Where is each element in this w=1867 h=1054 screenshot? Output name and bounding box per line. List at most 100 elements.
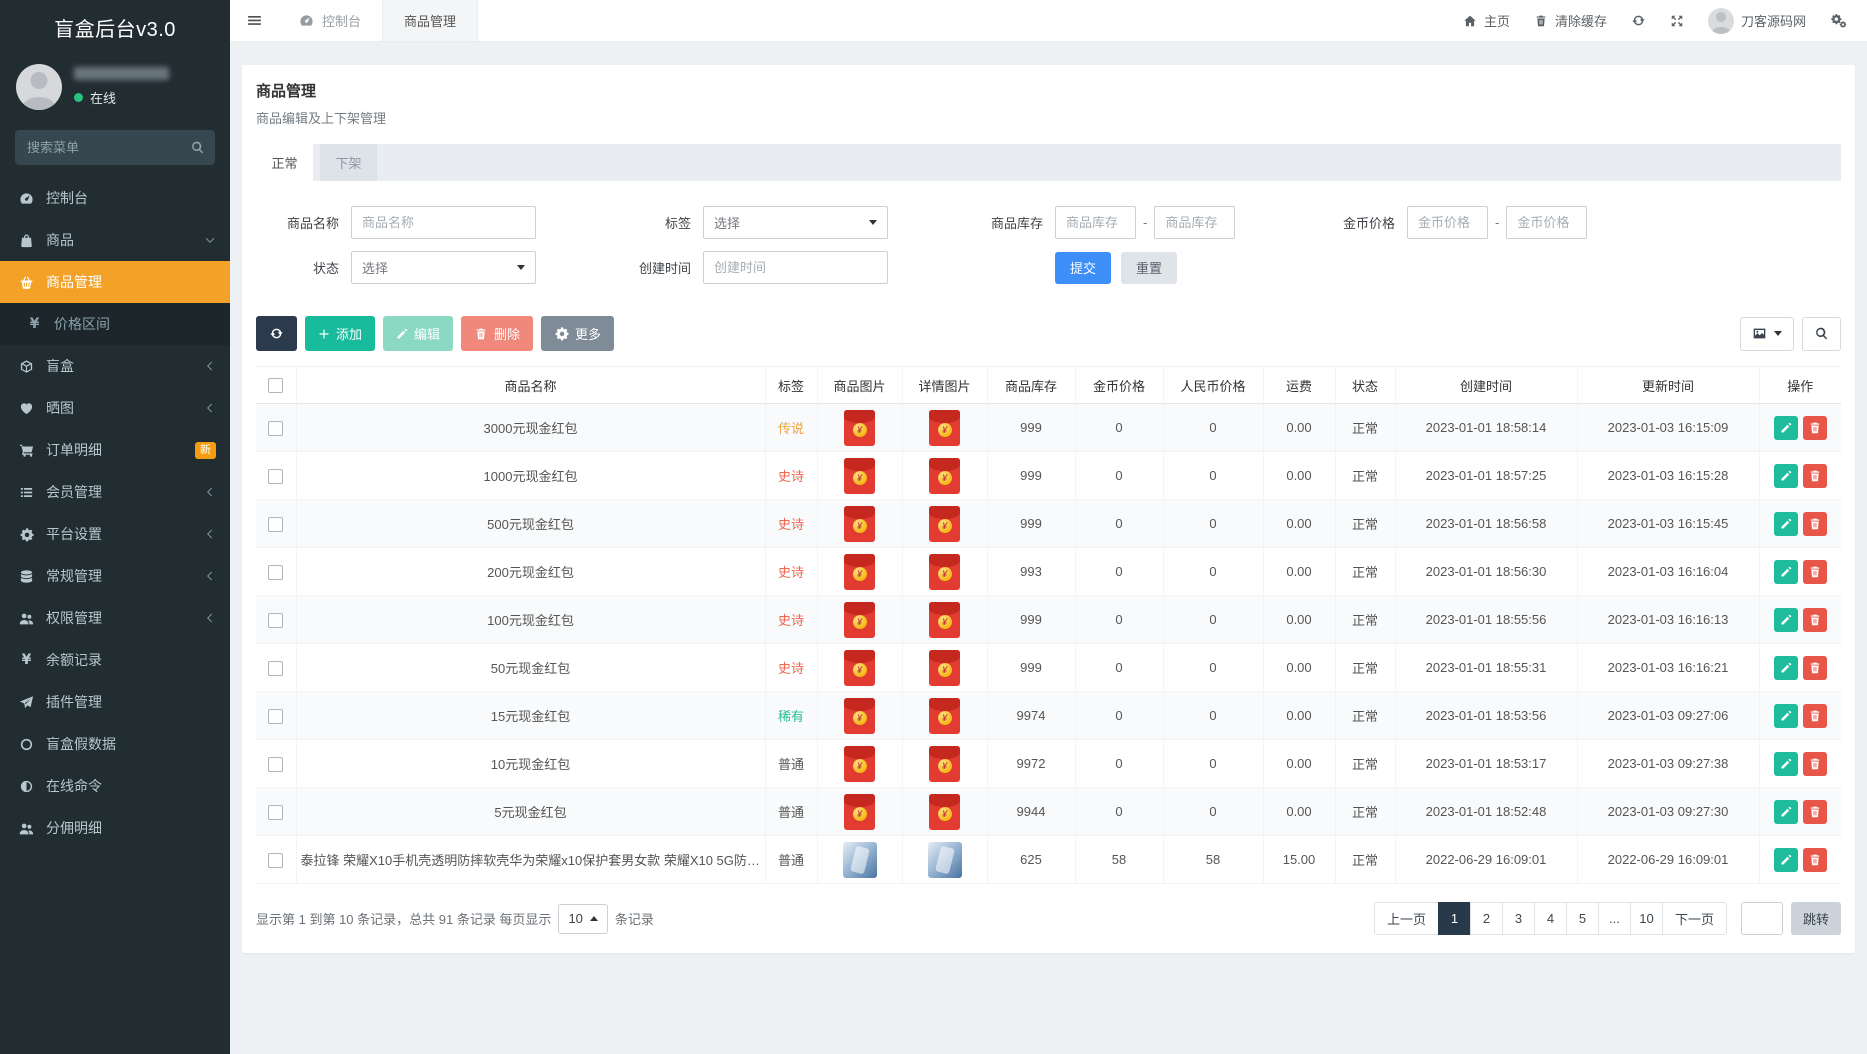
- prev-page-button[interactable]: 上一页: [1374, 902, 1439, 935]
- row-checkbox[interactable]: [268, 469, 283, 484]
- product-image-thumb[interactable]: ¥: [844, 602, 875, 638]
- fullscreen-icon[interactable]: [1670, 14, 1684, 28]
- stock-from-input[interactable]: [1055, 206, 1136, 239]
- row-edit-button[interactable]: [1774, 752, 1798, 776]
- row-edit-button[interactable]: [1774, 560, 1798, 584]
- row-delete-button[interactable]: [1803, 752, 1827, 776]
- sidebar-item-permissions[interactable]: 权限管理: [0, 597, 230, 639]
- sidebar-search-input[interactable]: [15, 130, 215, 165]
- product-image-thumb[interactable]: [843, 842, 877, 878]
- row-checkbox[interactable]: [268, 565, 283, 580]
- search-icon[interactable]: [190, 140, 205, 155]
- submit-button[interactable]: 提交: [1055, 252, 1111, 284]
- row-checkbox[interactable]: [268, 613, 283, 628]
- row-edit-button[interactable]: [1774, 608, 1798, 632]
- settings-gears-icon[interactable]: [1830, 13, 1847, 28]
- row-delete-button[interactable]: [1803, 656, 1827, 680]
- sidebar-item-goods[interactable]: 商品: [0, 219, 230, 261]
- detail-image-thumb[interactable]: ¥: [929, 698, 960, 734]
- row-edit-button[interactable]: [1774, 512, 1798, 536]
- product-image-thumb[interactable]: ¥: [844, 698, 875, 734]
- row-delete-button[interactable]: [1803, 512, 1827, 536]
- gold-from-input[interactable]: [1407, 206, 1488, 239]
- product-image-thumb[interactable]: ¥: [844, 506, 875, 542]
- sidebar-item-blindbox[interactable]: 盲盒: [0, 345, 230, 387]
- detail-image-thumb[interactable]: ¥: [929, 410, 960, 446]
- detail-image-thumb[interactable]: [928, 842, 962, 878]
- sidebar-item-orders[interactable]: 订单明细新: [0, 429, 230, 471]
- jump-button[interactable]: 跳转: [1791, 902, 1841, 935]
- sidebar-item-platform[interactable]: 平台设置: [0, 513, 230, 555]
- row-checkbox[interactable]: [268, 853, 283, 868]
- page-number-button[interactable]: 1: [1438, 902, 1471, 935]
- sidebar-item-fake-data[interactable]: 盲盒假数据: [0, 723, 230, 765]
- sidebar-item-online-cmd[interactable]: 在线命令: [0, 765, 230, 807]
- product-image-thumb[interactable]: ¥: [844, 410, 875, 446]
- page-number-button[interactable]: 2: [1470, 902, 1503, 935]
- export-button[interactable]: [1740, 317, 1794, 351]
- row-delete-button[interactable]: [1803, 464, 1827, 488]
- home-link[interactable]: 主页: [1463, 11, 1510, 30]
- row-edit-button[interactable]: [1774, 800, 1798, 824]
- refresh-icon[interactable]: [1631, 13, 1646, 28]
- detail-image-thumb[interactable]: ¥: [929, 650, 960, 686]
- sidebar-item-general[interactable]: 常规管理: [0, 555, 230, 597]
- detail-image-thumb[interactable]: ¥: [929, 746, 960, 782]
- select-all-checkbox[interactable]: [268, 378, 283, 393]
- row-checkbox[interactable]: [268, 661, 283, 676]
- page-number-button[interactable]: 5: [1566, 902, 1599, 935]
- detail-image-thumb[interactable]: ¥: [929, 554, 960, 590]
- product-name-input[interactable]: [351, 206, 536, 239]
- sidebar-item-photos[interactable]: 晒图: [0, 387, 230, 429]
- row-delete-button[interactable]: [1803, 800, 1827, 824]
- created-time-input[interactable]: [703, 251, 888, 284]
- detail-image-thumb[interactable]: ¥: [929, 458, 960, 494]
- row-delete-button[interactable]: [1803, 608, 1827, 632]
- page-ellipsis-button[interactable]: ...: [1598, 902, 1631, 935]
- detail-image-thumb[interactable]: ¥: [929, 506, 960, 542]
- page-number-button[interactable]: 3: [1502, 902, 1535, 935]
- row-delete-button[interactable]: [1803, 560, 1827, 584]
- sidebar-item-balance[interactable]: ¥余额记录: [0, 639, 230, 681]
- sidebar-item-plugins[interactable]: 插件管理: [0, 681, 230, 723]
- add-button[interactable]: 添加: [305, 316, 375, 351]
- row-edit-button[interactable]: [1774, 848, 1798, 872]
- row-edit-button[interactable]: [1774, 464, 1798, 488]
- page-size-dropdown[interactable]: 10: [558, 904, 607, 934]
- sidebar-item-commission[interactable]: 分佣明细: [0, 807, 230, 849]
- row-edit-button[interactable]: [1774, 416, 1798, 440]
- user-menu[interactable]: 刀客源码网: [1708, 8, 1806, 34]
- row-checkbox[interactable]: [268, 757, 283, 772]
- row-checkbox[interactable]: [268, 517, 283, 532]
- stock-to-input[interactable]: [1154, 206, 1235, 239]
- detail-image-thumb[interactable]: ¥: [929, 794, 960, 830]
- gold-to-input[interactable]: [1506, 206, 1587, 239]
- search-toggle-button[interactable]: [1802, 317, 1841, 351]
- nav-tab-dashboard[interactable]: 控制台: [278, 0, 382, 41]
- tab-offshelf[interactable]: 下架: [320, 144, 377, 181]
- product-image-thumb[interactable]: ¥: [844, 746, 875, 782]
- row-delete-button[interactable]: [1803, 704, 1827, 728]
- product-image-thumb[interactable]: ¥: [844, 650, 875, 686]
- row-checkbox[interactable]: [268, 709, 283, 724]
- tab-normal[interactable]: 正常: [256, 144, 313, 181]
- sidebar-item-dashboard[interactable]: 控制台: [0, 177, 230, 219]
- page-number-button[interactable]: 10: [1630, 902, 1663, 935]
- tag-select[interactable]: 选择: [703, 206, 888, 239]
- sidebar-item-price-range[interactable]: ¥价格区间: [0, 303, 230, 345]
- row-checkbox[interactable]: [268, 805, 283, 820]
- sidebar-item-members[interactable]: 会员管理: [0, 471, 230, 513]
- row-edit-button[interactable]: [1774, 656, 1798, 680]
- row-delete-button[interactable]: [1803, 416, 1827, 440]
- reset-button[interactable]: 重置: [1121, 252, 1177, 284]
- page-number-button[interactable]: 4: [1534, 902, 1567, 935]
- hamburger-menu-icon[interactable]: [230, 0, 278, 41]
- jump-page-input[interactable]: [1741, 902, 1783, 935]
- status-select[interactable]: 选择: [351, 251, 536, 284]
- product-image-thumb[interactable]: ¥: [844, 458, 875, 494]
- product-image-thumb[interactable]: ¥: [844, 794, 875, 830]
- clear-cache-link[interactable]: 清除缓存: [1534, 11, 1607, 30]
- more-button[interactable]: 更多: [541, 316, 614, 351]
- next-page-button[interactable]: 下一页: [1662, 902, 1727, 935]
- row-checkbox[interactable]: [268, 421, 283, 436]
